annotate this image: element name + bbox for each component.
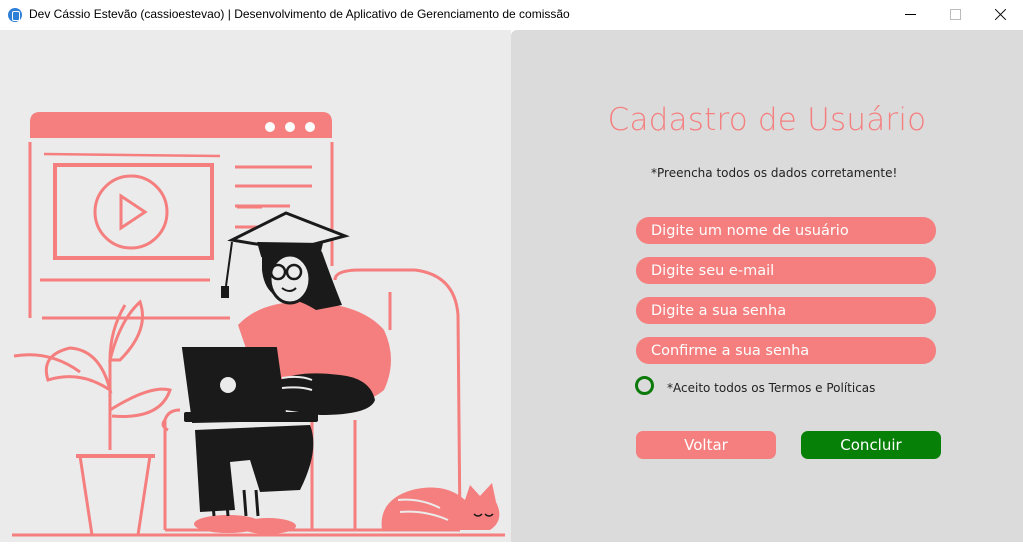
submit-button[interactable]: Concluir bbox=[801, 431, 941, 459]
confirm-password-input[interactable] bbox=[636, 337, 936, 364]
registration-panel: Cadastro de Usuário *Preencha todos os d… bbox=[511, 30, 1023, 542]
play-icon bbox=[93, 174, 169, 250]
person-illustration bbox=[181, 211, 391, 534]
email-input[interactable] bbox=[636, 257, 936, 284]
maximize-icon bbox=[950, 9, 961, 20]
title-bar: Dev Cássio Estevão (cassioestevao) | Des… bbox=[0, 0, 1023, 30]
minimize-icon bbox=[905, 14, 916, 15]
terms-checkbox[interactable] bbox=[635, 376, 654, 395]
minimize-button[interactable] bbox=[887, 0, 933, 30]
form-hint: *Preencha todos os dados corretamente! bbox=[651, 166, 898, 180]
cat-illustration bbox=[381, 483, 500, 530]
maximize-button[interactable] bbox=[932, 0, 978, 30]
student-laptop-illustration bbox=[12, 112, 505, 537]
password-input[interactable] bbox=[636, 297, 936, 324]
back-button[interactable]: Voltar bbox=[636, 431, 776, 459]
plant-illustration bbox=[13, 299, 172, 537]
close-button[interactable] bbox=[977, 0, 1023, 30]
page-title: Cadastro de Usuário bbox=[607, 102, 927, 138]
close-icon bbox=[994, 8, 1007, 21]
app-icon bbox=[8, 8, 22, 22]
terms-label: *Aceito todos os Termos e Políticas bbox=[667, 381, 876, 395]
illustration-panel bbox=[0, 30, 511, 542]
username-input[interactable] bbox=[636, 217, 936, 244]
window-title: Dev Cássio Estevão (cassioestevao) | Des… bbox=[29, 7, 570, 21]
